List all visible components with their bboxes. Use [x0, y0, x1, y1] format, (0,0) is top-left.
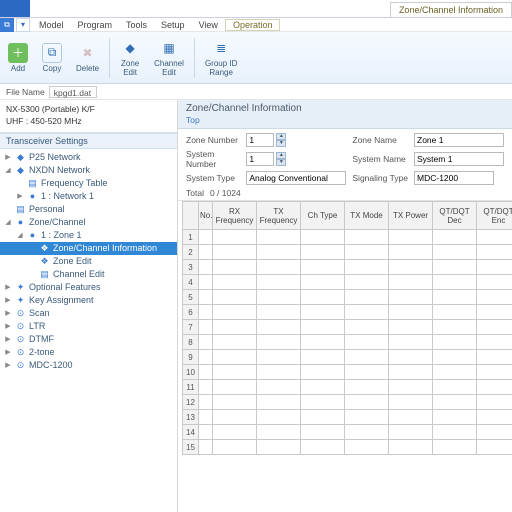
- menu-view[interactable]: View: [192, 20, 225, 30]
- col-header[interactable]: Ch Type: [301, 202, 345, 230]
- col-header[interactable]: QT/DQT Dec: [433, 202, 477, 230]
- table-row[interactable]: 10: [183, 365, 512, 380]
- table-row[interactable]: 7: [183, 320, 512, 335]
- system-number-input[interactable]: [246, 152, 274, 166]
- tree-node[interactable]: ▶●1 : Network 1: [0, 190, 177, 203]
- file-label: File Name: [6, 87, 45, 97]
- app-icon: ⧉: [0, 18, 14, 32]
- menu-setup[interactable]: Setup: [154, 20, 192, 30]
- col-header[interactable]: RX Frequency: [213, 202, 257, 230]
- total-value: 0 / 1024: [210, 188, 241, 198]
- tree-node[interactable]: ▶◆P25 Network: [0, 151, 177, 164]
- tree-node[interactable]: ◢●1 : Zone 1: [0, 229, 177, 242]
- col-header[interactable]: QT/DQT Enc: [477, 202, 512, 230]
- table-row[interactable]: 15: [183, 440, 512, 455]
- table-row[interactable]: 6: [183, 305, 512, 320]
- system-type-select[interactable]: [246, 171, 346, 185]
- table-row[interactable]: 2: [183, 245, 512, 260]
- signaling-type-label: Signaling Type: [352, 173, 408, 183]
- sidebar: NX-5300 (Portable) K/F UHF : 450-520 MHz…: [0, 100, 178, 512]
- menu-model[interactable]: Model: [32, 20, 71, 30]
- tree-node[interactable]: ▤Frequency Table: [0, 177, 177, 190]
- panel-header: Zone/Channel Information Top: [178, 100, 512, 129]
- transceiver-header: Transceiver Settings: [0, 133, 177, 149]
- zone-edit-button[interactable]: ◆Zone Edit: [116, 36, 144, 79]
- system-name-label: System Name: [352, 154, 408, 164]
- copy-button[interactable]: ⧉Copy: [38, 41, 66, 75]
- table-row[interactable]: 14: [183, 425, 512, 440]
- col-header[interactable]: TX Frequency: [257, 202, 301, 230]
- add-button[interactable]: ＋Add: [4, 41, 32, 75]
- zone-number-input[interactable]: [246, 133, 274, 147]
- menu-operation[interactable]: Operation: [225, 19, 281, 31]
- col-header[interactable]: [183, 202, 199, 230]
- tree-node[interactable]: ▤Personal: [0, 203, 177, 216]
- col-header[interactable]: TX Power: [389, 202, 433, 230]
- zone-name-label: Zone Name: [352, 135, 408, 145]
- tree-node[interactable]: ▶⊙2-tone: [0, 346, 177, 359]
- table-row[interactable]: 3: [183, 260, 512, 275]
- zone-number-label: Zone Number: [186, 135, 240, 145]
- table-row[interactable]: 1: [183, 230, 512, 245]
- radio-model: NX-5300 (Portable) K/F: [6, 104, 171, 116]
- tree-node[interactable]: ▶⊙DTMF: [0, 333, 177, 346]
- col-header[interactable]: TX Mode: [345, 202, 389, 230]
- table-row[interactable]: 8: [183, 335, 512, 350]
- groupid-range-button[interactable]: ≣Group ID Range: [201, 36, 241, 79]
- table-row[interactable]: 12: [183, 395, 512, 410]
- menu-program[interactable]: Program: [71, 20, 120, 30]
- signaling-type-select[interactable]: [414, 171, 494, 185]
- channel-grid[interactable]: No.RX FrequencyTX FrequencyCh TypeTX Mod…: [182, 201, 512, 455]
- radio-band: UHF : 450-520 MHz: [6, 116, 171, 128]
- tree-node[interactable]: ▶⊙MDC-1200: [0, 359, 177, 372]
- table-row[interactable]: 9: [183, 350, 512, 365]
- system-name-input[interactable]: [414, 152, 504, 166]
- tree-node[interactable]: ◢◆NXDN Network: [0, 164, 177, 177]
- total-label: Total: [186, 188, 204, 198]
- table-row[interactable]: 11: [183, 380, 512, 395]
- zone-form: Zone Number ▲▼ Zone Name System Number ▲…: [178, 129, 512, 187]
- tree-node[interactable]: ❖Zone/Channel Information: [0, 242, 177, 255]
- top-tab-zci[interactable]: Zone/Channel Information: [390, 2, 512, 17]
- zone-number-spinner[interactable]: ▲▼: [276, 133, 286, 147]
- tree-node[interactable]: ▶⊙LTR: [0, 320, 177, 333]
- panel-title: Zone/Channel Information: [186, 103, 504, 114]
- tree-node[interactable]: ▤Channel Edit: [0, 268, 177, 281]
- table-row[interactable]: 13: [183, 410, 512, 425]
- menu-tools[interactable]: Tools: [119, 20, 154, 30]
- table-row[interactable]: 5: [183, 290, 512, 305]
- system-number-label: System Number: [186, 149, 240, 169]
- delete-button: ✖Delete: [72, 41, 103, 75]
- radio-info: NX-5300 (Portable) K/F UHF : 450-520 MHz: [0, 100, 177, 133]
- table-row[interactable]: 4: [183, 275, 512, 290]
- save-icon[interactable]: ▾: [16, 18, 30, 32]
- zone-name-input[interactable]: [414, 133, 504, 147]
- tree-node[interactable]: ▶✦Optional Features: [0, 281, 177, 294]
- channel-edit-button[interactable]: ▦Channel Edit: [150, 36, 188, 79]
- tree-node[interactable]: ▶⊙Scan: [0, 307, 177, 320]
- top-link[interactable]: Top: [186, 115, 200, 128]
- col-header[interactable]: No.: [199, 202, 213, 230]
- nav-tree[interactable]: ▶◆P25 Network◢◆NXDN Network▤Frequency Ta…: [0, 149, 177, 512]
- file-name: kpgd1.dat: [49, 86, 97, 98]
- system-type-label: System Type: [186, 173, 240, 183]
- system-number-spinner[interactable]: ▲▼: [276, 152, 286, 166]
- file-bar: File Name kpgd1.dat: [0, 84, 512, 100]
- tree-node[interactable]: ❖Zone Edit: [0, 255, 177, 268]
- tree-node[interactable]: ◢●Zone/Channel: [0, 216, 177, 229]
- ribbon: ＋Add ⧉Copy ✖Delete ◆Zone Edit ▦Channel E…: [0, 32, 512, 84]
- window-controls[interactable]: [0, 0, 30, 17]
- tree-node[interactable]: ▶✦Key Assignment: [0, 294, 177, 307]
